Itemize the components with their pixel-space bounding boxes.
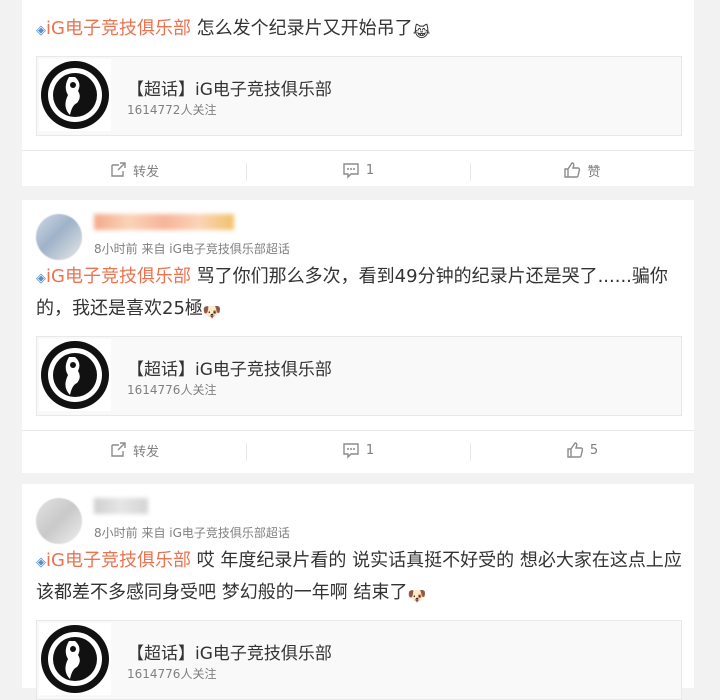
topic-link[interactable]: iG电子竞技俱乐部 — [46, 18, 191, 39]
ig-logo-icon — [39, 59, 111, 131]
comment-button[interactable]: 1 — [246, 441, 470, 461]
repost-button[interactable]: 转发 — [22, 161, 246, 180]
share-followers: 1614776人关注 — [127, 667, 217, 681]
ig-logo-icon — [39, 339, 111, 411]
thumbs-up-icon — [566, 441, 590, 459]
comment-button[interactable]: 1 — [246, 161, 470, 181]
post-body: 怎么发个纪录片又开始吊了 — [190, 18, 413, 39]
post-card: 8小时前 来自 iG电子竞技俱乐部超话 ◈iG电子竞技俱乐部 哎 年度纪录片看的… — [22, 484, 694, 700]
post-time[interactable]: 8小时前 — [94, 242, 138, 256]
action-bar: 转发 1 5 — [22, 430, 694, 469]
repost-label: 转发 — [132, 164, 159, 180]
comment-icon — [342, 441, 366, 459]
like-count: 5 — [589, 442, 599, 458]
post-text: ◈iG电子竞技俱乐部 骂了你们那么多次，看到49分钟的纪录片还是哭了......… — [22, 262, 694, 324]
topic-link[interactable]: iG电子竞技俱乐部 — [46, 266, 191, 287]
share-title: 【超话】iG电子竞技俱乐部 — [127, 644, 332, 664]
avatar[interactable] — [36, 498, 82, 544]
topic-diamond-icon: ◈ — [36, 271, 46, 286]
topic-diamond-icon: ◈ — [36, 555, 46, 570]
action-bar: 转发 1 赞 — [22, 150, 694, 189]
share-icon — [109, 161, 133, 179]
post-card: ◈iG电子竞技俱乐部 怎么发个纪录片又开始吊了😹 【超话】iG电子竞技俱乐部 1… — [22, 0, 694, 186]
cry-laugh-emoji: 😹 — [412, 23, 431, 41]
like-button[interactable]: 赞 — [470, 161, 694, 181]
post-text: ◈iG电子竞技俱乐部 怎么发个纪录片又开始吊了😹 — [22, 0, 694, 46]
share-title: 【超话】iG电子竞技俱乐部 — [127, 80, 332, 100]
share-icon — [109, 441, 133, 459]
comment-count: 1 — [365, 442, 375, 458]
post-time[interactable]: 8小时前 — [94, 526, 138, 540]
share-followers: 1614776人关注 — [127, 383, 217, 397]
username-blurred[interactable] — [94, 214, 234, 230]
ig-logo-icon — [39, 623, 111, 695]
post-source[interactable]: 来自 iG电子竞技俱乐部超话 — [141, 242, 289, 256]
avatar[interactable] — [36, 214, 82, 260]
username-blurred[interactable] — [94, 498, 148, 514]
comment-icon — [342, 161, 366, 179]
like-label: 赞 — [587, 164, 601, 180]
doge-emoji: 🐶 — [407, 587, 427, 605]
thumbs-up-icon — [563, 161, 587, 179]
post-header: 8小时前 来自 iG电子竞技俱乐部超话 — [22, 484, 694, 546]
post-card: 8小时前 来自 iG电子竞技俱乐部超话 ◈iG电子竞技俱乐部 骂了你们那么多次，… — [22, 200, 694, 473]
super-topic-share-card[interactable]: 【超话】iG电子竞技俱乐部 1614776人关注 — [36, 620, 682, 700]
repost-button[interactable]: 转发 — [22, 441, 246, 460]
comment-count: 1 — [365, 162, 375, 178]
post-meta: 8小时前 来自 iG电子竞技俱乐部超话 — [94, 524, 290, 541]
topic-link[interactable]: iG电子竞技俱乐部 — [46, 550, 191, 571]
repost-label: 转发 — [132, 444, 159, 460]
post-source[interactable]: 来自 iG电子竞技俱乐部超话 — [141, 526, 289, 540]
doge-emoji: 🐶 — [202, 303, 222, 321]
topic-diamond-icon: ◈ — [36, 23, 46, 38]
super-topic-share-card[interactable]: 【超话】iG电子竞技俱乐部 1614776人关注 — [36, 336, 682, 416]
post-meta: 8小时前 来自 iG电子竞技俱乐部超话 — [94, 240, 290, 257]
post-text: ◈iG电子竞技俱乐部 哎 年度纪录片看的 说实话真挺不好受的 想必大家在这点上应… — [22, 546, 694, 608]
share-title: 【超话】iG电子竞技俱乐部 — [127, 360, 332, 380]
super-topic-share-card[interactable]: 【超话】iG电子竞技俱乐部 1614772人关注 — [36, 56, 682, 136]
share-followers: 1614772人关注 — [127, 103, 217, 117]
post-header: 8小时前 来自 iG电子竞技俱乐部超话 — [22, 200, 694, 262]
like-button[interactable]: 5 — [470, 441, 694, 461]
